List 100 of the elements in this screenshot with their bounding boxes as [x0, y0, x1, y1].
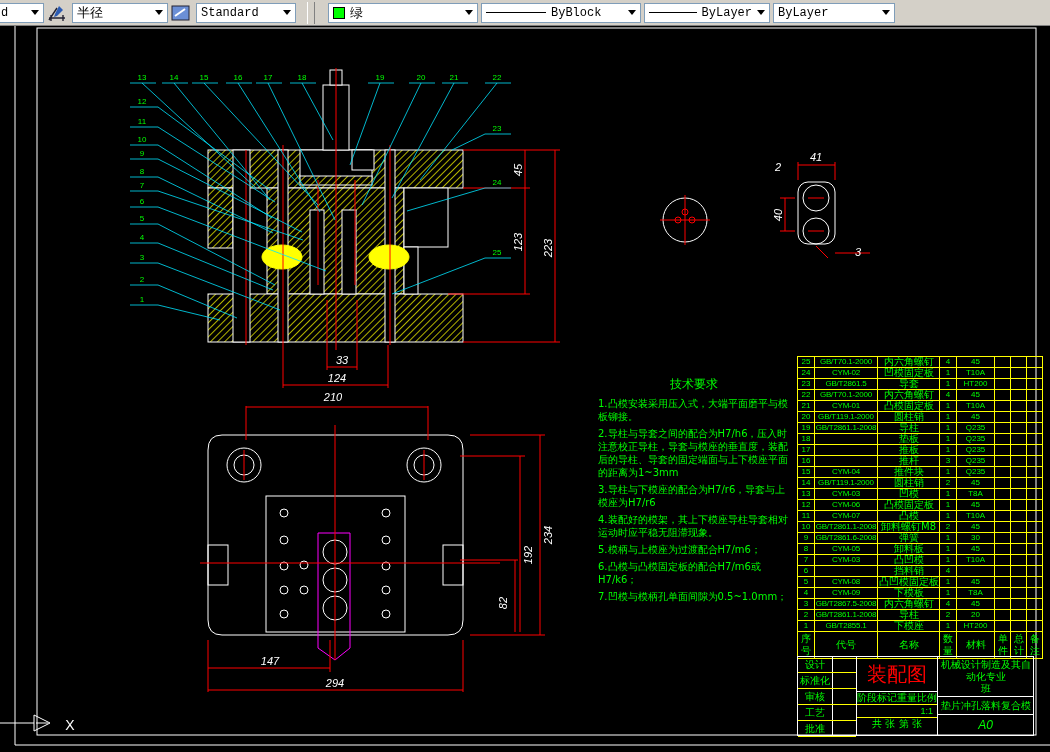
table-cell: 8	[797, 543, 815, 555]
part-number: 17	[263, 73, 273, 82]
dimension-text: 33	[335, 354, 349, 366]
table-cell: 4	[939, 565, 957, 577]
table-cell: 1	[939, 466, 957, 478]
table-cell: CYM-09	[814, 587, 878, 599]
table-cell: 10	[797, 521, 815, 533]
column-header: 序号	[797, 631, 815, 659]
table-cell: 1	[939, 411, 957, 423]
caret-icon	[155, 10, 163, 15]
table-cell: GB/T70.1-2000	[814, 389, 878, 401]
table-cell: 弹簧	[877, 532, 940, 544]
text-style-icon[interactable]	[171, 2, 193, 23]
table-cell: T10A	[956, 554, 995, 566]
table-cell: 凸模	[877, 510, 940, 522]
part-number: 20	[416, 73, 426, 82]
column-header: 总计	[1010, 631, 1027, 659]
table-cell: CYM-04	[814, 466, 878, 478]
requirement-text: 3.导柱与下模座的配合为H7/r6，导套与上模座为H7/r6	[598, 483, 787, 509]
table-cell: 挡料销	[877, 565, 940, 577]
table-cell: HT200	[956, 620, 995, 632]
table-cell: 2	[797, 609, 815, 621]
table-cell: 1	[939, 576, 957, 588]
table-cell: 5	[797, 576, 815, 588]
dropdown[interactable]: ByBlock	[481, 2, 641, 23]
dimension-text: 124	[327, 372, 347, 384]
table-cell: 30	[956, 532, 995, 544]
title-block-label: 比例	[917, 692, 937, 704]
drawing-name: 垫片冲孔落料复合模	[938, 697, 1033, 715]
school-name: 机械设计制造及其自动化专业	[940, 658, 1031, 683]
dropdown[interactable]: 半径	[72, 2, 168, 23]
table-cell: GB/T70.1-2000	[814, 356, 878, 368]
part-number: 16	[233, 73, 243, 82]
table-cell: GB/T2861.1-2008	[814, 609, 878, 621]
part-number: 18	[297, 73, 307, 82]
table-cell: 23	[797, 378, 815, 390]
table-cell: 45	[956, 543, 995, 555]
table-cell: 21	[797, 400, 815, 412]
table-cell: 45	[956, 411, 995, 423]
title-block-label: 审核	[798, 689, 833, 704]
table-cell: 垫板	[877, 433, 940, 445]
part-number: 9	[139, 149, 145, 158]
caret-icon	[465, 10, 473, 15]
table-cell: GB/T2861.1-2008	[814, 422, 878, 434]
table-cell: GB/T2855.1	[814, 620, 878, 632]
table-cell: 45	[956, 477, 995, 489]
table-cell: 下模板	[877, 587, 940, 599]
table-cell: T10A	[956, 510, 995, 522]
table-cell: 1	[939, 510, 957, 522]
table-cell: 1	[939, 444, 957, 456]
table-cell: 2	[939, 521, 957, 533]
caret-icon	[628, 10, 636, 15]
part-number: 22	[492, 73, 502, 82]
dimension-text: 2	[774, 161, 782, 173]
table-cell: 17	[797, 444, 815, 456]
table-cell: CYM-06	[814, 499, 878, 511]
column-header: 代号	[814, 631, 878, 659]
part-number: 25	[492, 248, 502, 257]
dropdown[interactable]: ByLayer	[644, 2, 770, 23]
table-cell: 1	[939, 433, 957, 445]
dropdown[interactable]: d	[0, 2, 44, 23]
part-number: 6	[139, 197, 145, 206]
part-number: 1	[139, 295, 145, 304]
table-cell: 4	[939, 598, 957, 610]
dropdown[interactable]: ByLayer	[773, 2, 895, 23]
table-cell	[814, 433, 878, 445]
column-header: 材料	[956, 631, 995, 659]
scale-value: 1:1	[920, 705, 933, 717]
table-cell: 圆柱销	[877, 411, 940, 423]
table-cell: CYM-02	[814, 367, 878, 379]
table-cell: 推件块	[877, 466, 940, 478]
table-cell: GB/T2861.1-2008	[814, 521, 878, 533]
table-cell: 6	[797, 565, 815, 577]
table-cell: 下模座	[877, 620, 940, 632]
part-number: 15	[199, 73, 209, 82]
table-cell: 2	[939, 609, 957, 621]
table-cell: 13	[797, 488, 815, 500]
part-number: 5	[139, 214, 145, 223]
caret-icon	[31, 10, 39, 15]
part-number: 14	[169, 73, 179, 82]
table-cell: 14	[797, 477, 815, 489]
dimension-text: 192	[522, 545, 534, 565]
dropdown[interactable]: Standard	[196, 2, 296, 23]
axis-label: X	[65, 717, 75, 733]
table-cell: 1	[939, 488, 957, 500]
column-header: 单件	[994, 631, 1011, 659]
table-cell: CYM-07	[814, 510, 878, 522]
dimension-text: 45	[512, 163, 524, 177]
table-cell: 1	[797, 620, 815, 632]
line-sample	[486, 12, 546, 13]
table-cell: Q235	[956, 433, 995, 445]
table-cell: Q235	[956, 455, 995, 467]
dimension-text: 147	[260, 655, 280, 667]
dimension-text: 294	[325, 677, 345, 689]
table-cell: 15	[797, 466, 815, 478]
part-number: 19	[375, 73, 385, 82]
table-cell: 1	[939, 587, 957, 599]
table-cell: 4	[939, 356, 957, 368]
table-cell: 45	[956, 576, 995, 588]
dropdown[interactable]: 绿	[328, 2, 478, 23]
